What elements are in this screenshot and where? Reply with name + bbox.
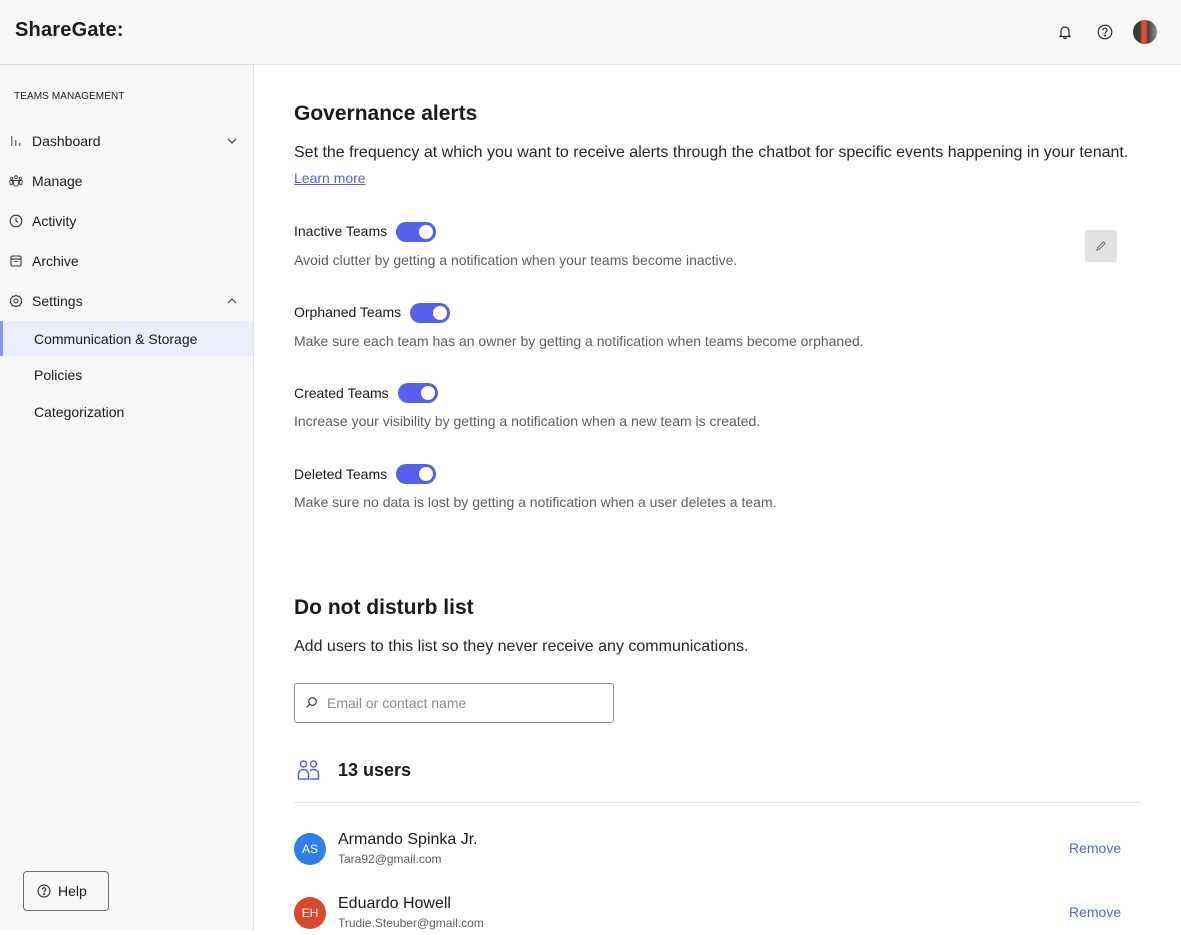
alert-title-orphaned: Orphaned Teams [294,304,402,320]
alert-description-created: Increase your visibility by getting a no… [294,413,761,429]
user-name: Armando Spinka Jr. [338,831,478,848]
sharegate-logo[interactable]: ShareGate: [15,19,124,42]
help-label: Help [58,883,87,899]
gear-icon [9,294,23,308]
alert-title-created: Created Teams [294,385,389,401]
section-label: TEAMS MANAGEMENT [14,91,125,102]
sidebar-subitem-policies[interactable]: Policies [0,357,253,392]
user-avatar-initials: EH [294,897,326,929]
sidebar-item-archive[interactable]: Archive [0,243,253,279]
user-row: EH Eduardo Howell Trudie.Steuber@gmail.c… [294,895,1141,935]
sidebar: TEAMS MANAGEMENT Dashboard Manage Activi… [0,65,254,930]
user-row: AS Armando Spinka Jr. Tara92@gmail.com R… [294,831,1141,871]
governance-title: Governance alerts [294,102,478,125]
sidebar-item-label: Archive [32,253,79,269]
users-icon [297,760,320,780]
remove-user-button[interactable]: Remove [1069,840,1121,856]
sidebar-item-manage[interactable]: Manage [0,163,253,199]
chevron-down-icon[interactable] [226,135,238,147]
dnd-search-input[interactable] [327,692,607,714]
help-button[interactable] [1093,20,1117,44]
user-email: Tara92@gmail.com [338,852,442,866]
dnd-description: Add users to this list so they never rec… [294,638,749,655]
toggle-orphaned-teams[interactable] [410,303,450,323]
alert-description-deleted: Make sure no data is lost by getting a n… [294,494,777,510]
toggle-deleted-teams[interactable] [396,464,436,484]
sidebar-subitem-label: Communication & Storage [34,330,198,347]
learn-more-link[interactable]: Learn more [294,170,366,186]
pencil-icon [1096,241,1106,251]
alert-description-orphaned: Make sure each team has an owner by gett… [294,333,864,349]
main-content: Governance alerts Set the frequency at w… [254,65,1181,930]
clock-icon [9,214,23,228]
sidebar-item-label: Activity [32,213,77,229]
sidebar-item-label: Settings [32,293,83,309]
edit-alerts-button[interactable] [1085,230,1117,262]
sidebar-item-settings[interactable]: Settings [0,283,253,319]
help-circle-icon [1097,24,1113,40]
bell-icon [1058,26,1072,40]
users-count: 13 users [338,760,412,780]
user-avatar[interactable] [1133,20,1157,44]
sidebar-item-label: Dashboard [32,133,101,149]
sidebar-item-activity[interactable]: Activity [0,203,253,239]
governance-description: Set the frequency at which you want to r… [294,144,1129,161]
dnd-title: Do not disturb list [294,596,474,619]
remove-user-button[interactable]: Remove [1069,904,1121,920]
help-circle-icon [37,884,51,898]
toggle-created-teams[interactable] [398,383,438,403]
sidebar-item-dashboard[interactable]: Dashboard [0,123,253,159]
chevron-up-icon[interactable] [226,295,238,307]
alert-description-inactive: Avoid clutter by getting a notification … [294,252,738,268]
archive-box-icon [9,254,23,268]
sidebar-subitem-label: Categorization [34,403,125,420]
dnd-search-field[interactable] [294,683,614,723]
user-email: Trudie.Steuber@gmail.com [338,916,484,930]
user-name: Eduardo Howell [338,895,451,912]
sidebar-subitem-categorization[interactable]: Categorization [0,394,253,429]
search-icon [306,697,317,708]
toggle-inactive-teams[interactable] [396,222,436,242]
help-sidebar-button[interactable]: Help [23,871,109,911]
top-bar: ShareGate: [0,0,1181,65]
alert-title-inactive: Inactive Teams [294,223,388,239]
alert-title-deleted: Deleted Teams [294,466,388,482]
user-avatar-initials: AS [294,833,326,865]
people-group-icon [9,174,23,188]
sidebar-subitem-label: Policies [34,366,83,383]
divider [294,802,1141,803]
sidebar-subitem-communication-storage[interactable]: Communication & Storage [0,321,253,356]
bar-chart-icon [9,134,23,148]
notifications-button[interactable] [1053,20,1077,44]
sidebar-item-label: Manage [32,173,83,189]
